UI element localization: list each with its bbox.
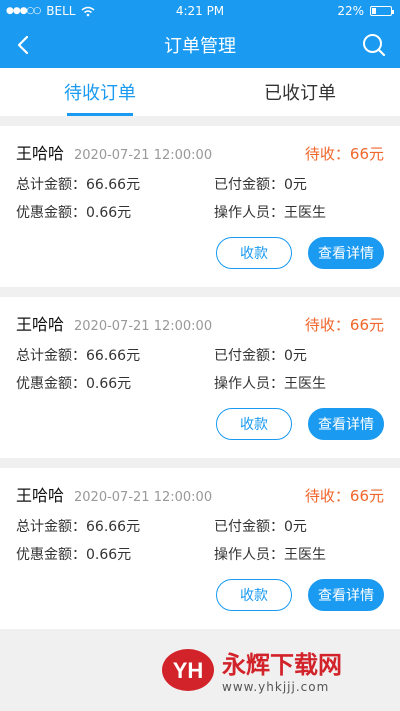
collect-button[interactable]: 收款 — [216, 237, 292, 269]
order-time: 2020-07-21 12:00:00 — [74, 148, 213, 163]
tab-received-orders[interactable]: 已收订单 — [200, 68, 400, 116]
view-details-button[interactable]: 查看详情 — [308, 579, 384, 611]
total-label: 总计金额： — [16, 519, 86, 535]
search-icon[interactable] — [360, 31, 388, 59]
watermark-logo: YH — [162, 648, 214, 691]
order-actions: 收款 查看详情 — [216, 579, 384, 611]
operator-value: 王医生 — [284, 547, 326, 563]
discount-label: 优惠金额： — [16, 205, 86, 221]
pending-amount: 待收：66元 — [304, 487, 384, 505]
back-arrow-icon[interactable] — [10, 31, 38, 59]
operator-value: 王医生 — [284, 376, 326, 392]
operator: 操作人员：王医生 — [214, 202, 384, 222]
battery-percent: 22% — [337, 4, 364, 18]
operator-label: 操作人员： — [214, 205, 284, 221]
order-card: 王哈哈 2020-07-21 12:00:00 待收：66元 总计金额：66.6… — [0, 297, 400, 458]
paid-value: 0元 — [284, 519, 307, 535]
pending-amount: 待收：66元 — [304, 316, 384, 334]
order-details: 总计金额：66.66元 已付金额：0元 优惠金额：0.66元 操作人员：王医生 — [16, 516, 384, 564]
tab-bar: 待收订单 已收订单 — [0, 68, 400, 116]
paid-value: 0元 — [284, 177, 307, 193]
order-details: 总计金额：66.66元 已付金额：0元 优惠金额：0.66元 操作人员：王医生 — [16, 174, 384, 222]
tab-pending-orders[interactable]: 待收订单 — [0, 68, 200, 116]
paid-label: 已付金额： — [214, 177, 284, 193]
discount-amount: 优惠金额：0.66元 — [16, 202, 214, 222]
operator: 操作人员：王医生 — [214, 373, 384, 393]
battery-icon — [370, 6, 394, 16]
paid-amount: 已付金额：0元 — [214, 345, 384, 365]
watermark: YH 永辉下载网 www.yhkjjj.com — [160, 645, 342, 694]
order-actions: 收款 查看详情 — [216, 237, 384, 269]
discount-amount: 优惠金额：0.66元 — [16, 373, 214, 393]
collect-button[interactable]: 收款 — [216, 579, 292, 611]
discount-label: 优惠金额： — [16, 547, 86, 563]
discount-label: 优惠金额： — [16, 376, 86, 392]
order-time: 2020-07-21 12:00:00 — [74, 319, 213, 334]
total-amount: 总计金额：66.66元 — [16, 345, 214, 365]
order-list: 王哈哈 2020-07-21 12:00:00 待收：66元 总计金额：66.6… — [0, 116, 400, 629]
order-header: 王哈哈 2020-07-21 12:00:00 待收：66元 — [16, 311, 384, 335]
paid-value: 0元 — [284, 348, 307, 364]
svg-text:YH: YH — [173, 658, 204, 683]
total-label: 总计金额： — [16, 177, 86, 193]
total-value: 66.66元 — [86, 177, 141, 193]
status-right: 22% — [337, 4, 394, 18]
order-header: 王哈哈 2020-07-21 12:00:00 待收：66元 — [16, 140, 384, 164]
operator-label: 操作人员： — [214, 376, 284, 392]
page-title: 订单管理 — [164, 36, 236, 57]
view-details-button[interactable]: 查看详情 — [308, 237, 384, 269]
view-details-button[interactable]: 查看详情 — [308, 408, 384, 440]
watermark-text: 永辉下载网 www.yhkjjj.com — [222, 645, 342, 694]
customer-name: 王哈哈 — [16, 486, 65, 505]
paid-label: 已付金额： — [214, 519, 284, 535]
total-label: 总计金额： — [16, 348, 86, 364]
order-time: 2020-07-21 12:00:00 — [74, 490, 213, 505]
discount-value: 0.66元 — [86, 205, 132, 221]
total-amount: 总计金额：66.66元 — [16, 516, 214, 536]
watermark-title: 永辉下载网 — [222, 651, 342, 679]
order-details: 总计金额：66.66元 已付金额：0元 优惠金额：0.66元 操作人员：王医生 — [16, 345, 384, 393]
order-actions: 收款 查看详情 — [216, 408, 384, 440]
paid-label: 已付金额： — [214, 348, 284, 364]
operator-value: 王医生 — [284, 205, 326, 221]
watermark-url: www.yhkjjj.com — [222, 680, 330, 694]
discount-value: 0.66元 — [86, 547, 132, 563]
order-card: 王哈哈 2020-07-21 12:00:00 待收：66元 总计金额：66.6… — [0, 468, 400, 629]
paid-amount: 已付金额：0元 — [214, 516, 384, 536]
order-card: 王哈哈 2020-07-21 12:00:00 待收：66元 总计金额：66.6… — [0, 126, 400, 287]
total-value: 66.66元 — [86, 348, 141, 364]
collect-button[interactable]: 收款 — [216, 408, 292, 440]
order-header: 王哈哈 2020-07-21 12:00:00 待收：66元 — [16, 482, 384, 506]
status-bar: ●●●○○ BELL 4:21 PM 22% — [0, 0, 400, 22]
operator-label: 操作人员： — [214, 547, 284, 563]
paid-amount: 已付金额：0元 — [214, 174, 384, 194]
operator: 操作人员：王医生 — [214, 544, 384, 564]
nav-bar: 订单管理 — [0, 22, 400, 68]
total-value: 66.66元 — [86, 519, 141, 535]
discount-value: 0.66元 — [86, 376, 132, 392]
customer-name: 王哈哈 — [16, 144, 65, 163]
discount-amount: 优惠金额：0.66元 — [16, 544, 214, 564]
total-amount: 总计金额：66.66元 — [16, 174, 214, 194]
customer-name: 王哈哈 — [16, 315, 65, 334]
pending-amount: 待收：66元 — [304, 145, 384, 163]
